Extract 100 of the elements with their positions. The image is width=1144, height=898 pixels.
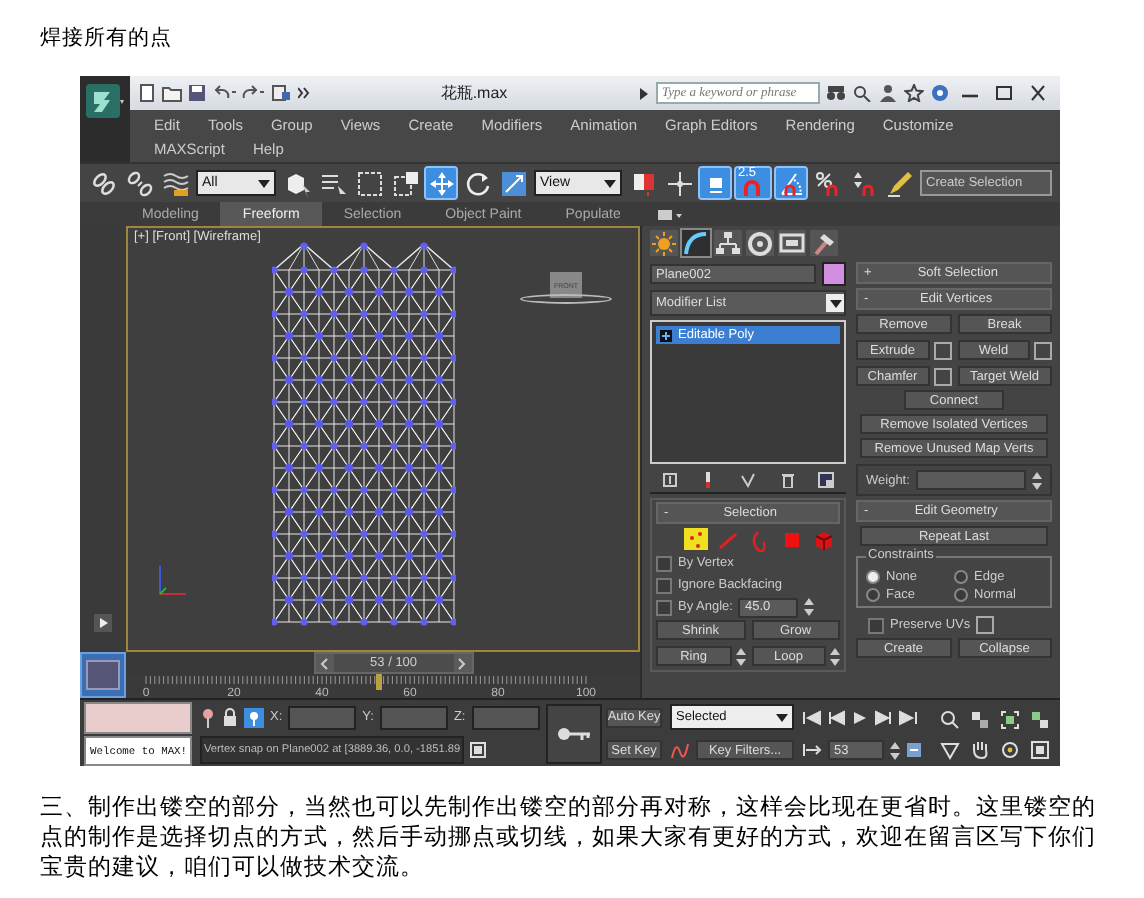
zoom-extents-all-icon[interactable] (1030, 709, 1051, 729)
orbit-icon[interactable] (1000, 739, 1021, 759)
angle-snap-icon (777, 169, 805, 197)
open-folder-icon[interactable] (162, 84, 182, 102)
toolbar-button[interactable] (390, 168, 420, 198)
toolbar-button[interactable] (776, 168, 806, 198)
play-icon[interactable] (850, 709, 870, 726)
person-icon[interactable] (878, 84, 898, 102)
spinner-icon[interactable] (1032, 471, 1042, 489)
toolbar-button[interactable] (664, 168, 694, 198)
coordinate-field[interactable] (379, 705, 448, 730)
checkbox[interactable] (656, 555, 672, 571)
unlink-icon (125, 169, 153, 197)
expand-arrow-icon[interactable] (638, 83, 650, 103)
rectangle-region-icon (355, 169, 383, 197)
zoom-all-icon[interactable] (969, 709, 990, 729)
settings-box-icon[interactable] (1034, 341, 1052, 359)
chevron-left-icon[interactable] (320, 657, 329, 669)
go-to-start-icon[interactable] (802, 709, 822, 726)
radio-button[interactable] (954, 588, 968, 602)
current-frame-marker[interactable] (376, 674, 383, 690)
panel-tab[interactable] (650, 229, 678, 255)
app-logo-icon[interactable] (80, 76, 130, 162)
next-frame-icon[interactable] (874, 709, 894, 726)
magnifier-icon[interactable] (852, 84, 872, 102)
lock-icon[interactable] (222, 707, 238, 728)
panel-tab[interactable] (810, 229, 838, 255)
project-icon[interactable] (272, 84, 292, 102)
time-config-icon[interactable] (906, 742, 922, 759)
toolbar-button[interactable] (124, 168, 154, 198)
chevron-right-icon[interactable] (458, 657, 467, 669)
settings-box-icon[interactable] (933, 367, 951, 385)
overflow-icon[interactable] (298, 84, 310, 102)
pin-stack-icon[interactable] (661, 472, 678, 488)
zoom-icon[interactable] (939, 709, 960, 729)
expand-box-icon (660, 329, 672, 341)
toolbar-button[interactable] (88, 168, 118, 198)
spinner-icon[interactable] (735, 647, 745, 665)
redo-icon[interactable] (242, 84, 266, 102)
panel-tab[interactable] (746, 229, 774, 255)
curve-editor-icon[interactable] (670, 741, 690, 759)
toolbar-button[interactable] (354, 168, 384, 198)
rotate-icon (463, 169, 491, 197)
save-icon[interactable] (188, 84, 206, 102)
spinner-icon[interactable] (830, 647, 840, 665)
absolute-mode-icon[interactable] (244, 707, 264, 728)
border-icon (748, 527, 772, 551)
panel-tab[interactable] (682, 229, 710, 255)
maxscript-listener-field[interactable] (84, 702, 192, 734)
maximize-viewport-icon[interactable] (1030, 739, 1051, 759)
toolbar-button[interactable] (848, 168, 878, 198)
configure-icon[interactable] (818, 472, 835, 488)
radio-button[interactable] (866, 588, 880, 602)
toolbar-button[interactable] (628, 168, 658, 198)
checkbox[interactable] (656, 577, 672, 593)
key-mode-icon[interactable] (802, 742, 822, 759)
subobject-level-button[interactable] (684, 528, 708, 550)
pin-icon[interactable] (200, 707, 216, 728)
previous-frame-icon[interactable] (826, 709, 846, 726)
wave-icon (161, 169, 189, 197)
checkbox[interactable] (868, 617, 884, 633)
window-crossing-icon (391, 169, 419, 197)
trash-icon[interactable] (779, 472, 796, 488)
zoom-extents-icon[interactable] (1000, 709, 1021, 729)
panel-tab[interactable] (778, 229, 806, 255)
toolbar-button[interactable] (462, 168, 492, 198)
coordinate-field[interactable] (471, 705, 540, 730)
window-title: 花瓶.max (438, 82, 510, 104)
key-icon[interactable] (556, 726, 592, 742)
toolbar-button[interactable] (884, 168, 914, 198)
star-icon[interactable] (904, 84, 924, 102)
weight-field[interactable] (915, 470, 1026, 490)
spinner-icon[interactable] (890, 741, 900, 760)
new-file-icon[interactable] (138, 84, 156, 102)
settings-box-icon[interactable] (933, 341, 951, 359)
coordinate-field[interactable] (288, 705, 357, 730)
maximize-icon[interactable] (990, 84, 1018, 102)
binoculars-icon[interactable] (826, 84, 846, 102)
vertex-dots-icon (684, 527, 708, 551)
radio-button[interactable] (866, 570, 880, 584)
wheel-icon (746, 229, 774, 255)
panel-tab[interactable] (714, 229, 742, 255)
window-icon[interactable] (470, 742, 487, 759)
go-to-end-icon[interactable] (898, 709, 918, 726)
play-icon[interactable] (94, 614, 112, 632)
radio-button[interactable] (954, 570, 968, 584)
ribbon-options-icon[interactable] (658, 207, 683, 221)
undo-icon[interactable] (212, 84, 236, 102)
toolbar-button[interactable] (160, 168, 190, 198)
subobject-level-button[interactable] (812, 528, 836, 550)
toolbar-button[interactable] (812, 168, 842, 198)
toolbar-button[interactable] (498, 168, 528, 198)
settings-box-icon[interactable] (976, 616, 995, 634)
checkbox[interactable] (656, 599, 672, 615)
pan-hand-icon[interactable] (969, 739, 990, 759)
object-color-swatch[interactable] (822, 262, 846, 286)
spinner-icon[interactable] (804, 598, 815, 616)
toolbar-button[interactable] (282, 168, 312, 198)
mini-viewport-button[interactable] (80, 652, 126, 698)
viewcube-ring[interactable] (520, 294, 612, 304)
